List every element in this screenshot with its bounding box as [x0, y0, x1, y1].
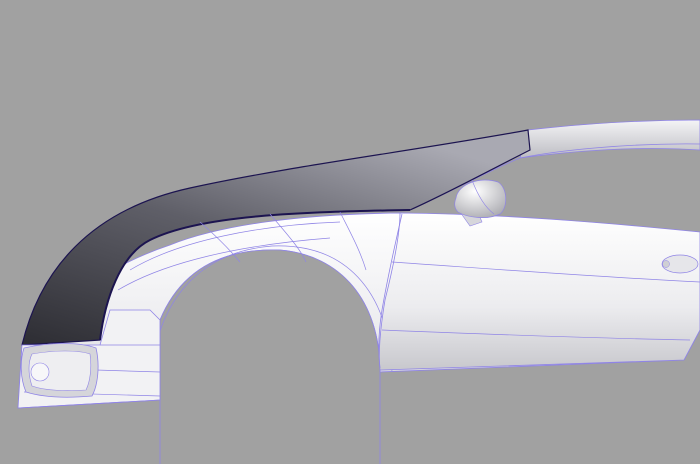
car-wireframe-render — [17, 119, 700, 464]
side-mirror — [454, 179, 507, 218]
door-panel — [378, 212, 700, 371]
headlight-lamp — [30, 362, 50, 382]
wheel-arch — [159, 249, 381, 464]
door-handle-button — [662, 260, 670, 268]
roof-panel — [519, 119, 700, 159]
3d-viewport[interactable] — [0, 0, 700, 464]
